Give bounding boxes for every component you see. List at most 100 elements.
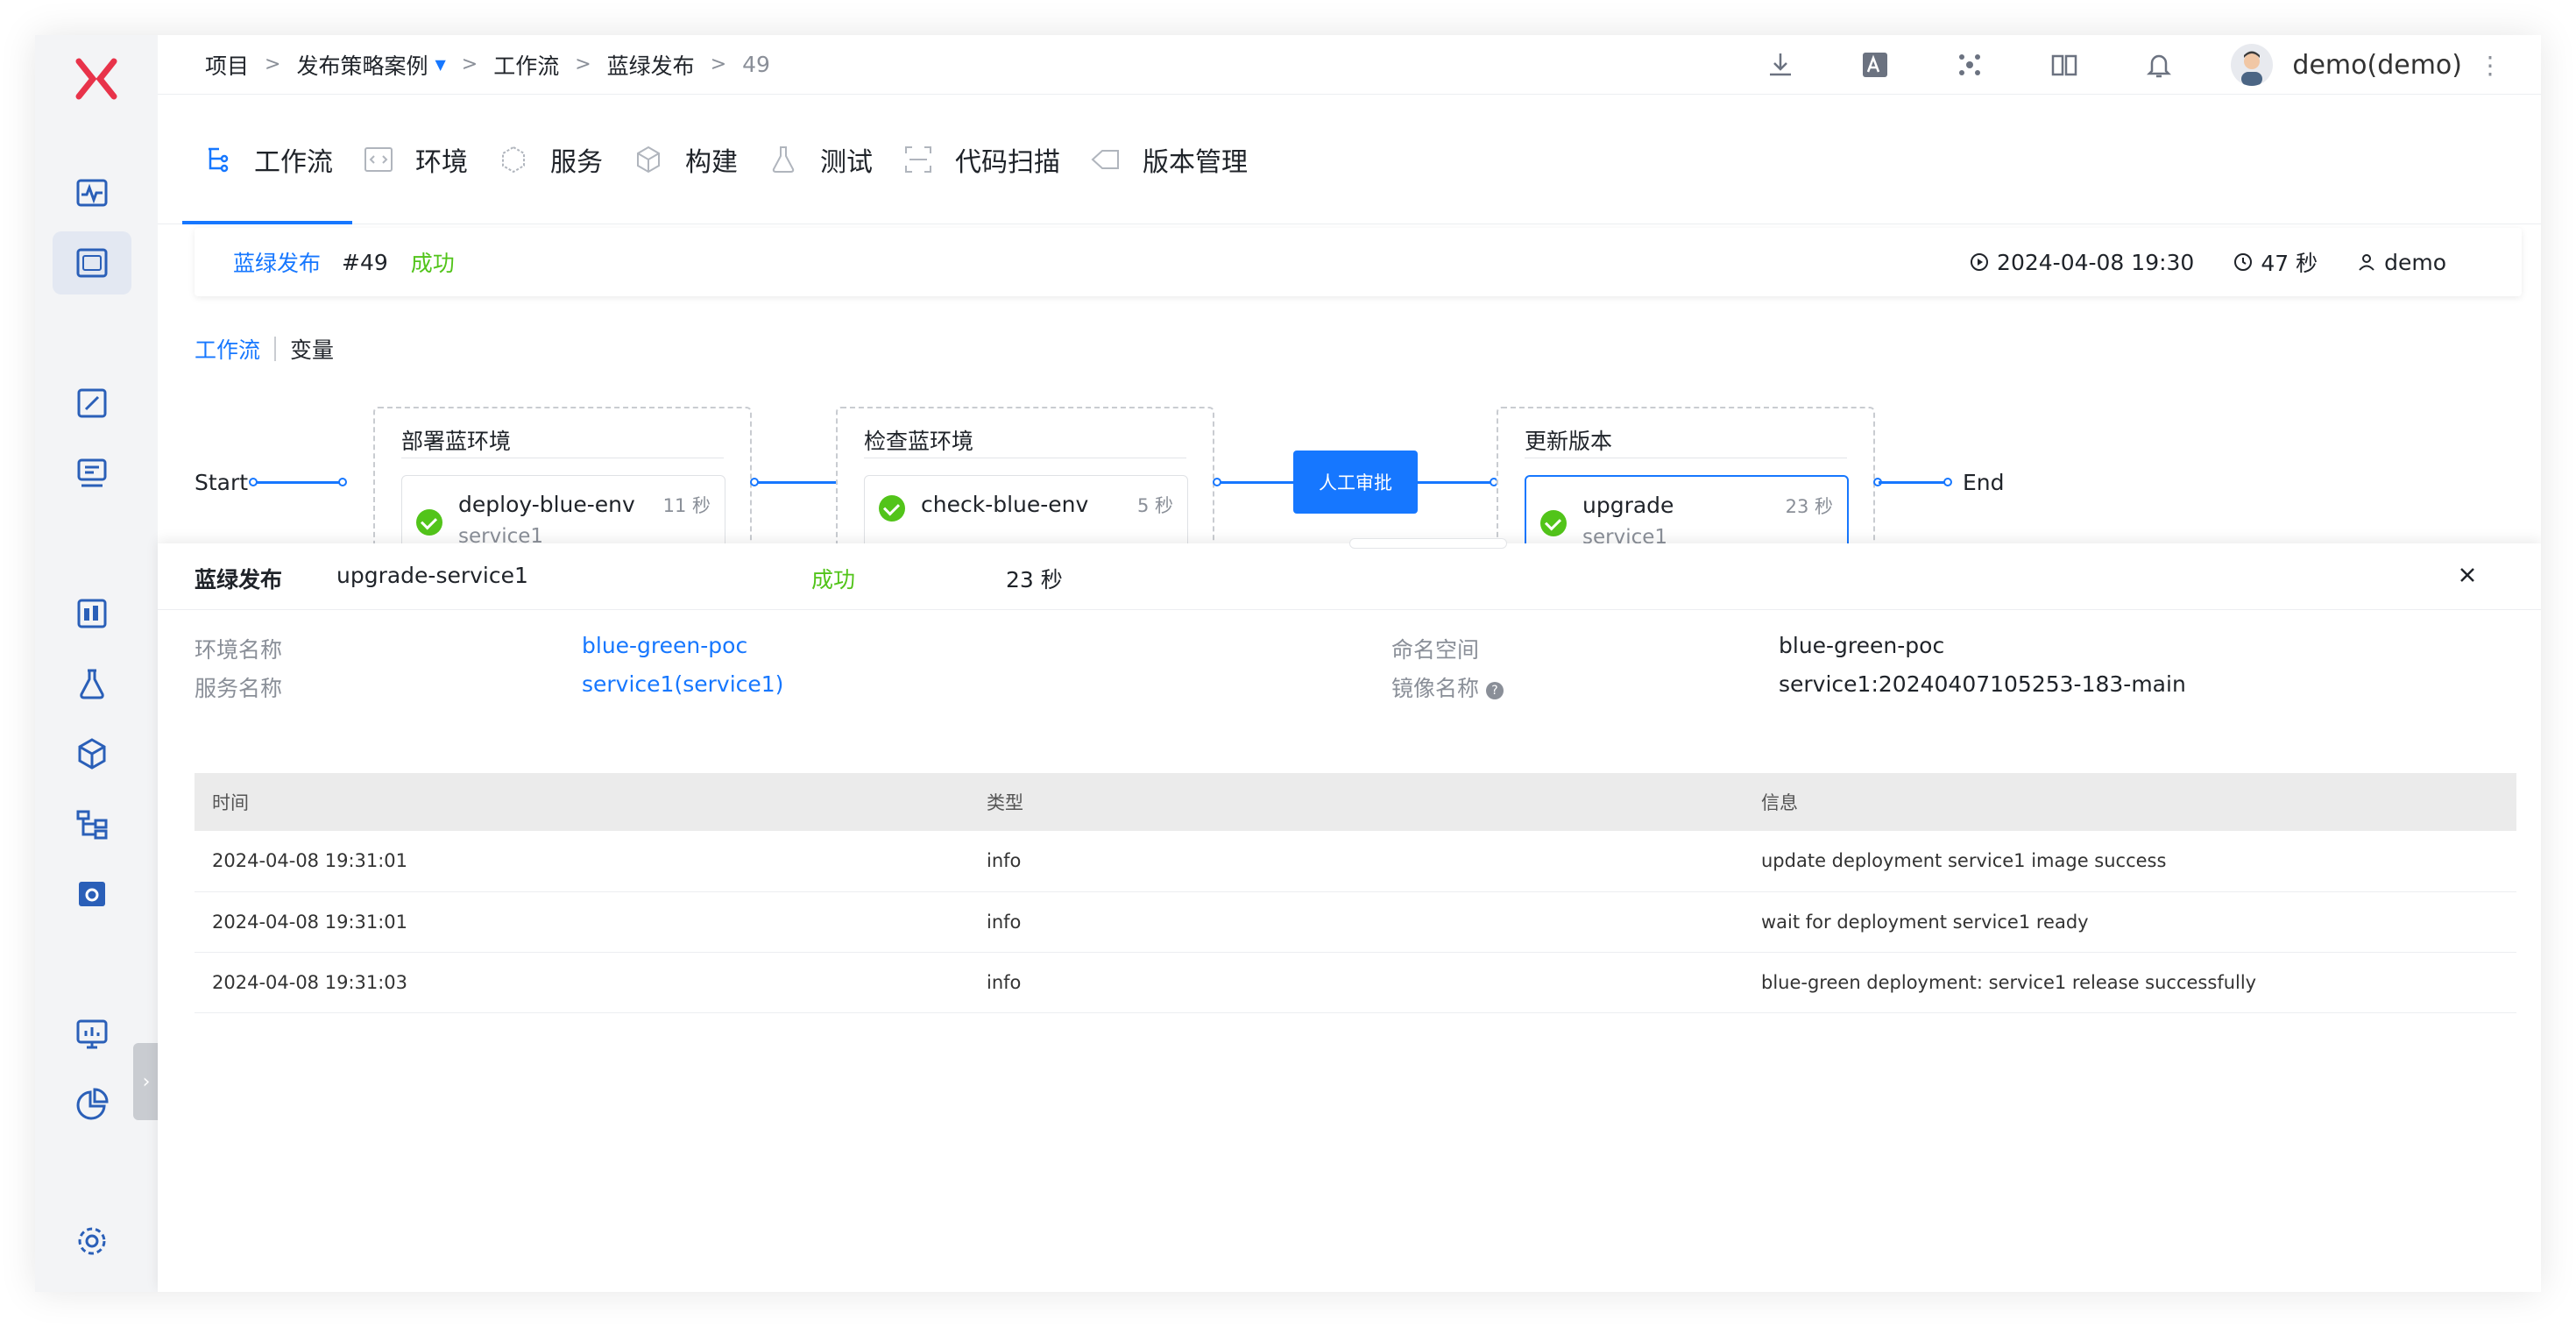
user-menu[interactable]: demo(demo) [2231, 44, 2462, 86]
run-number: #49 [342, 249, 388, 275]
env-value-link[interactable]: blue-green-poc [582, 633, 747, 658]
stage-deploy-blue: 部署蓝环境 deploy-blue-env service1 11 秒 [373, 407, 752, 564]
run-summary-card: 蓝绿发布 #49 成功 2024-04-08 19:30 47 秒 demo [195, 228, 2522, 296]
breadcrumb-workflow-name[interactable]: 蓝绿发布 [607, 49, 695, 81]
docs-book-icon[interactable] [2017, 50, 2112, 80]
tab-label: 构建 [685, 146, 738, 178]
stage-title: 部署蓝环境 [401, 429, 512, 454]
table-header-row: 时间 类型 信息 [195, 773, 2516, 831]
run-meta: 2024-04-08 19:30 47 秒 demo [1930, 228, 2446, 296]
release-icon[interactable] [53, 442, 131, 505]
tab-label: 环境 [415, 146, 468, 178]
breadcrumb-project[interactable]: 项目 [205, 49, 249, 81]
run-start-time: 2024-04-08 19:30 [1969, 250, 2194, 275]
job-name: deploy-blue-env [458, 492, 635, 517]
tab-label: 代码扫描 [955, 146, 1060, 178]
manual-approval-node[interactable]: 人工审批 [1293, 451, 1418, 514]
stage-title: 检查蓝环境 [864, 429, 974, 454]
job-detail-drawer: 蓝绿发布 upgrade-service1 成功 23 秒 环境名称 blue-… [158, 538, 2541, 1292]
package-icon[interactable] [53, 722, 131, 785]
job-card-upgrade[interactable]: upgrade service1 23 秒 [1525, 475, 1849, 554]
scan-icon [905, 145, 931, 173]
job-duration: 5 秒 [1136, 495, 1173, 516]
breadcrumb: 项目 > 发布策略案例 ▼ > 工作流 > 蓝绿发布 > 49 [158, 49, 770, 81]
job-card-deploy-blue-env[interactable]: deploy-blue-env service1 11 秒 [401, 475, 725, 554]
translate-icon[interactable] [1828, 50, 1922, 80]
table-row: 2024-04-08 19:31:03 info blue-green depl… [195, 952, 2516, 1013]
table-row: 2024-04-08 19:31:01 info wait for deploy… [195, 891, 2516, 953]
image-label: 镜像名称 [1391, 676, 1480, 701]
workflow-name-link[interactable]: 蓝绿发布 [233, 246, 321, 278]
tab-label: 工作流 [254, 146, 333, 178]
caret-down-icon[interactable]: ▼ [435, 56, 445, 73]
connector-dot [750, 478, 759, 486]
module-tabs: 工作流 环境 服务 构建 测试 代码扫描 版本管理 [158, 95, 2541, 224]
tab-build[interactable]: 构建 [633, 95, 738, 224]
job-name: upgrade [1582, 493, 1674, 518]
image-value: service1:20240407105253-183-main [1779, 671, 2186, 697]
download-icon[interactable] [1733, 50, 1828, 80]
dashboard-icon[interactable] [53, 582, 131, 645]
job-duration: 11 秒 [662, 495, 711, 516]
plugin-icon[interactable] [1922, 50, 2017, 80]
edit-icon[interactable] [53, 372, 131, 435]
breadcrumb-project-name[interactable]: 发布策略案例 [296, 49, 428, 81]
screen-chart-icon[interactable] [53, 1003, 131, 1066]
sidebar: › [35, 35, 159, 1292]
app-window: › 项目 > 发布策略案例 ▼ > 工作流 > 蓝绿发布 > 49 demo(d… [35, 35, 2541, 1292]
duration-text: 47 秒 [2261, 251, 2318, 276]
settings-box-icon[interactable] [53, 862, 131, 926]
connector [252, 481, 343, 484]
project-icon[interactable] [53, 231, 131, 294]
user-name: demo(demo) [2292, 49, 2462, 81]
subtab-variables[interactable]: 变量 [290, 333, 334, 365]
gear-icon[interactable] [53, 1210, 131, 1273]
stage-upgrade: 更新版本 upgrade service1 23 秒 [1497, 407, 1875, 564]
diamond-tag-icon [1091, 149, 1119, 169]
test-flask-icon[interactable] [53, 652, 131, 715]
tab-service[interactable]: 服务 [498, 95, 603, 224]
success-check-icon [879, 495, 905, 522]
drawer-header: 蓝绿发布 upgrade-service1 成功 23 秒 [158, 543, 2541, 610]
more-vertical-icon[interactable]: ⋮ [2478, 51, 2502, 80]
code-window-icon [364, 146, 393, 172]
close-icon[interactable] [2452, 559, 2483, 591]
bell-icon[interactable] [2112, 50, 2206, 80]
subtab-workflow[interactable]: 工作流 [195, 333, 260, 365]
pie-chart-icon[interactable] [53, 1073, 131, 1136]
tab-environment[interactable]: 环境 [363, 95, 468, 224]
breadcrumb-workflow[interactable]: 工作流 [493, 49, 559, 81]
service-value-link[interactable]: service1(service1) [582, 671, 783, 697]
column-header-time: 时间 [195, 773, 969, 831]
play-circle-icon [1971, 253, 1989, 271]
connector-dot [1213, 478, 1221, 486]
image-label-group: 镜像名称? [1391, 671, 1504, 703]
top-bar: 项目 > 发布策略案例 ▼ > 工作流 > 蓝绿发布 > 49 demo(dem… [158, 35, 2541, 95]
drawer-job-name: upgrade-service1 [336, 563, 528, 588]
drawer-workflow-name: 蓝绿发布 [195, 567, 283, 593]
monitor-icon[interactable] [53, 161, 131, 224]
tab-workflow[interactable]: 工作流 [182, 95, 352, 224]
clock-icon [2234, 253, 2253, 271]
help-icon[interactable]: ? [1486, 682, 1504, 699]
pipeline-icon[interactable] [53, 792, 131, 855]
sidebar-collapse-button[interactable]: › [133, 1043, 159, 1120]
cell-message: blue-green deployment: service1 release … [1744, 952, 2516, 1013]
divider [274, 337, 277, 361]
cell-message: wait for deployment service1 ready [1744, 891, 2516, 953]
run-operator: demo [2356, 250, 2446, 275]
tab-test[interactable]: 测试 [768, 95, 873, 224]
connector [1218, 481, 1293, 484]
cell-time: 2024-04-08 19:31:01 [195, 891, 969, 953]
drawer-status-badge: 成功 [811, 567, 856, 593]
connector [1879, 481, 1947, 484]
tab-version[interactable]: 版本管理 [1090, 95, 1248, 224]
breadcrumb-run-number: 49 [742, 52, 770, 77]
breadcrumb-separator: > [710, 53, 727, 75]
tab-code-scan[interactable]: 代码扫描 [902, 95, 1060, 224]
success-check-icon [1540, 510, 1567, 536]
job-card-check-blue-env[interactable]: check-blue-env 5 秒 [864, 475, 1188, 554]
logo-icon[interactable] [70, 53, 123, 105]
avatar [2231, 44, 2274, 86]
breadcrumb-separator: > [461, 53, 478, 75]
